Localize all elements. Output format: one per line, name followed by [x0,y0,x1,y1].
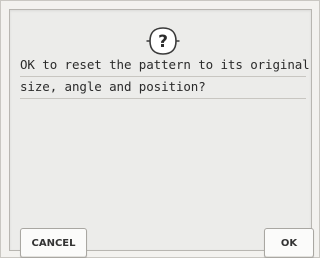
ok-button-label: OK [280,237,298,249]
confirm-dialog: ? OK to reset the pattern to its origina… [9,9,314,258]
device-panel: ? OK to reset the pattern to its origina… [0,0,320,258]
question-mark-icon: ? [146,27,180,55]
svg-text:?: ? [158,32,168,52]
message-line-2: size, angle and position? [20,77,306,99]
cancel-button[interactable]: CANCEL [20,228,87,258]
ok-button[interactable]: OK [264,228,314,258]
dialog-message: OK to reset the pattern to its original … [20,55,310,99]
cancel-button-label: CANCEL [31,237,76,249]
message-line-1: OK to reset the pattern to its original [20,55,310,77]
